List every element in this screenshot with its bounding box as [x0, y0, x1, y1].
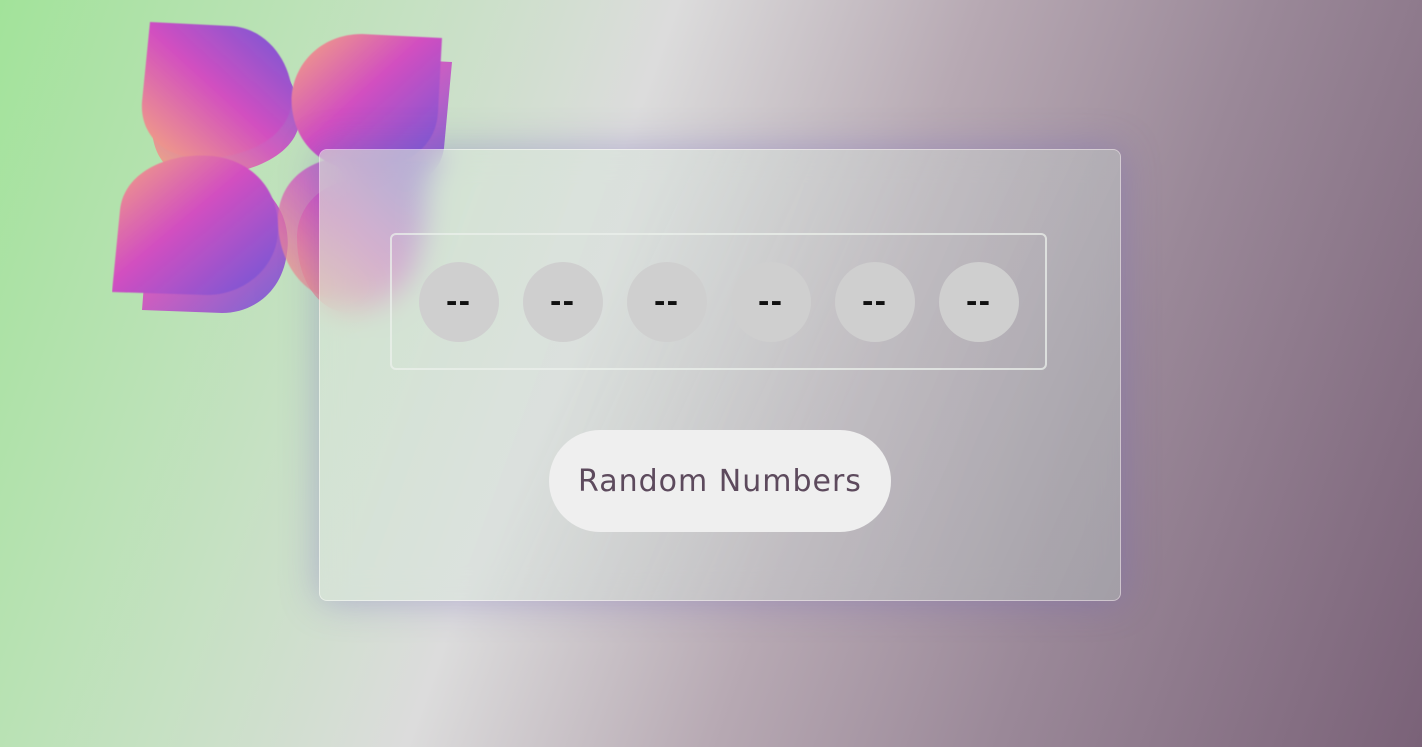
- number-display-box: -- -- -- -- -- --: [390, 233, 1047, 370]
- number-ball-4: --: [730, 261, 811, 342]
- number-ball-2: --: [522, 261, 603, 342]
- number-ball-5: --: [834, 261, 915, 342]
- number-ball-6: --: [938, 261, 1019, 342]
- glass-card: -- -- -- -- -- -- Random Numbers: [319, 149, 1121, 601]
- number-ball-1: --: [418, 261, 499, 342]
- random-numbers-button[interactable]: Random Numbers: [549, 430, 891, 532]
- card-sheen: [320, 150, 1120, 600]
- number-ball-3: --: [626, 261, 707, 342]
